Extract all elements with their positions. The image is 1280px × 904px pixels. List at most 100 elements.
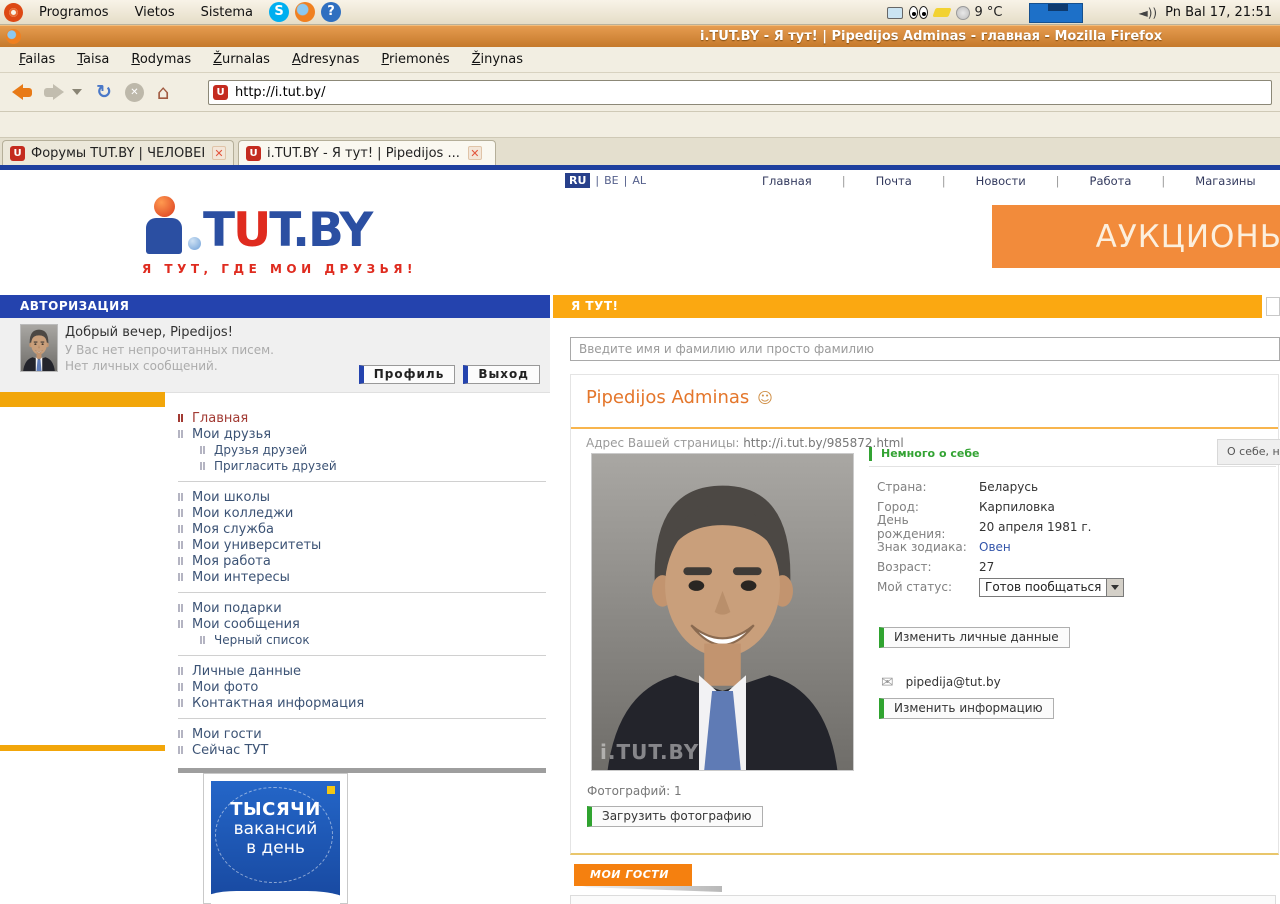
zodiac-link[interactable]: Овен xyxy=(979,540,1011,554)
menu-file[interactable]: Failas xyxy=(8,48,66,71)
sidebar-item-home[interactable]: Главная xyxy=(178,410,546,426)
tab-close-icon[interactable]: ✕ xyxy=(468,146,482,160)
sidebar-item-blacklist[interactable]: Черный список xyxy=(200,632,546,648)
auth-body: Добрый вечер, Pipedijos! У Вас нет непро… xyxy=(0,318,550,393)
sidebar-item-interests[interactable]: Мои интересы xyxy=(178,569,546,585)
panel-clock[interactable]: Pn Bal 17, 21:51 xyxy=(1165,5,1280,20)
lang-al[interactable]: AL xyxy=(632,174,646,187)
bullet-icon xyxy=(178,430,183,438)
sidebar-item-friends-of-friends[interactable]: Друзья друзей xyxy=(200,442,546,458)
sidebar-item-work[interactable]: Моя работа xyxy=(178,553,546,569)
edit-personal-data-button[interactable]: Изменить личные данные xyxy=(879,627,1070,648)
sidebar-item-universities[interactable]: Мои университеты xyxy=(178,537,546,553)
bullet-icon xyxy=(178,730,183,738)
sidebar-item-invite-friends[interactable]: Пригласить друзей xyxy=(200,458,546,474)
sidebar-item-colleges[interactable]: Мои колледжи xyxy=(178,505,546,521)
logo-dot-icon xyxy=(188,237,201,250)
bullet-icon xyxy=(178,620,183,628)
tab-forums[interactable]: U Форумы TUT.BY | ЧЕЛОВЕК ... ✕ xyxy=(2,140,234,165)
menu-edit[interactable]: Taisa xyxy=(66,48,120,71)
window-titlebar[interactable]: i.TUT.BY - Я тут! | Pipedijos Adminas - … xyxy=(0,25,1280,47)
sidebar-item-photos[interactable]: Мои фото xyxy=(178,679,546,695)
tab-label: i.TUT.BY - Я тут! | Pipedijos ... xyxy=(267,146,460,161)
lang-ru[interactable]: RU xyxy=(565,173,590,188)
tab-close-icon[interactable]: ✕ xyxy=(212,146,226,160)
firefox-launcher-icon[interactable] xyxy=(295,2,315,22)
status-dropdown[interactable]: Готов пообщаться xyxy=(979,578,1124,597)
ad-cloud-shape xyxy=(211,891,340,904)
sidebar-item-guests[interactable]: Мои гости xyxy=(178,726,546,742)
sidebar-item-service[interactable]: Моя служба xyxy=(178,521,546,537)
home-button[interactable]: ⌂ xyxy=(157,80,170,104)
profile-details: Немного о себе Страна: Беларусь Город: К… xyxy=(869,441,1276,719)
yatut-corner-button[interactable] xyxy=(1266,297,1280,316)
sidebar-item-contact-info[interactable]: Контактная информация xyxy=(178,695,546,711)
menu-history[interactable]: Žurnalas xyxy=(202,48,281,71)
panel-menu-places[interactable]: Vietos xyxy=(125,5,185,20)
volume-icon[interactable]: ◄)) xyxy=(1139,6,1158,20)
upload-photo-button[interactable]: Загрузить фотографию xyxy=(587,806,763,827)
nav-news[interactable]: Новости xyxy=(976,174,1026,188)
edit-info-button[interactable]: Изменить информацию xyxy=(879,698,1054,719)
skype-launcher-icon[interactable]: S xyxy=(269,2,289,22)
nav-jobs[interactable]: Работа xyxy=(1090,174,1132,188)
field-country: Страна: Беларусь xyxy=(869,477,1276,497)
about-section-header-row: Немного о себе xyxy=(869,441,1276,467)
guests-box xyxy=(570,895,1276,904)
sidebar-item-now-here[interactable]: Сейчас ТУТ xyxy=(178,742,546,758)
stop-button[interactable]: ✕ xyxy=(125,83,144,102)
ad-banner[interactable]: ТЫСЯЧИ вакансий в день TUT.BY xyxy=(203,773,348,904)
menu-bookmarks[interactable]: Adresynas xyxy=(281,48,370,71)
ubuntu-menu-icon[interactable] xyxy=(4,3,23,22)
field-value: Карпиловка xyxy=(979,500,1055,514)
menu-tools[interactable]: Priemonės xyxy=(370,48,460,71)
sidebar-item-label: Мои университеты xyxy=(192,538,321,553)
menu-view[interactable]: Rodymas xyxy=(120,48,202,71)
sidebar-item-label: Мои колледжи xyxy=(192,506,293,521)
panel-left: Programos Vietos Sistema S ? xyxy=(0,2,341,22)
nav-main[interactable]: Главная xyxy=(762,174,812,188)
profile-name-row: Pipedijos Adminas ☺ xyxy=(586,387,773,408)
url-text[interactable]: http://i.tut.by/ xyxy=(235,85,325,100)
menu-help[interactable]: Žinynas xyxy=(461,48,534,71)
email-address[interactable]: pipedija@tut.by xyxy=(906,675,1001,689)
people-search-input[interactable] xyxy=(570,337,1280,361)
ad-banner-art: ТЫСЯЧИ вакансий в день TUT.BY xyxy=(211,781,340,904)
lang-be[interactable]: BE xyxy=(604,174,619,187)
profile-button[interactable]: Профиль xyxy=(359,365,456,384)
network-monitor-icon[interactable] xyxy=(887,7,903,19)
url-bar[interactable]: U http://i.tut.by/ xyxy=(208,80,1272,105)
auction-banner[interactable]: АУКЦИОНЬ xyxy=(992,205,1280,268)
nav-shops[interactable]: Магазины xyxy=(1195,174,1255,188)
nav-mail[interactable]: Почта xyxy=(876,174,912,188)
forward-button[interactable] xyxy=(44,84,64,100)
bullet-icon xyxy=(178,541,183,549)
workspace-switcher[interactable] xyxy=(1029,3,1083,23)
photos-count: Фотографий: 1 xyxy=(587,784,682,798)
logout-button[interactable]: Выход xyxy=(463,365,540,384)
back-button[interactable] xyxy=(12,84,32,100)
field-age: Возраст: 27 xyxy=(869,557,1276,577)
avatar[interactable] xyxy=(20,324,58,372)
bullet-icon xyxy=(178,509,183,517)
profile-photo[interactable]: i.TUT.BY xyxy=(591,453,854,771)
sidebar-item-schools[interactable]: Мои школы xyxy=(178,489,546,505)
moon-phase-icon xyxy=(956,6,970,20)
status-dropdown-value: Готов пообщаться xyxy=(980,579,1106,596)
sidebar-item-gifts[interactable]: Мои подарки xyxy=(178,600,546,616)
help-launcher-icon[interactable]: ? xyxy=(321,2,341,22)
dropdown-arrow-icon[interactable] xyxy=(1106,579,1123,596)
sidebar-item-personal-data[interactable]: Личные данные xyxy=(178,663,546,679)
panel-menu-system[interactable]: Sistema xyxy=(191,5,263,20)
reload-button[interactable]: ↻ xyxy=(96,81,112,103)
tab-itutby[interactable]: U i.TUT.BY - Я тут! | Pipedijos ... ✕ xyxy=(238,140,496,165)
bullet-icon xyxy=(178,683,183,691)
panel-menu-applications[interactable]: Programos xyxy=(29,5,119,20)
field-value: 27 xyxy=(979,560,994,574)
weather-applet-icon[interactable] xyxy=(932,8,951,17)
sidebar-item-friends[interactable]: Мои друзья xyxy=(178,426,546,442)
browser-toolbar: ↻ ✕ ⌂ U http://i.tut.by/ xyxy=(0,73,1280,112)
site-logo[interactable]: TUT.BY Я ТУТ, ГДЕ МОИ ДРУЗЬЯ! xyxy=(142,196,462,276)
history-dropdown-icon[interactable] xyxy=(72,89,82,95)
sidebar-item-messages[interactable]: Мои сообщения xyxy=(178,616,546,632)
